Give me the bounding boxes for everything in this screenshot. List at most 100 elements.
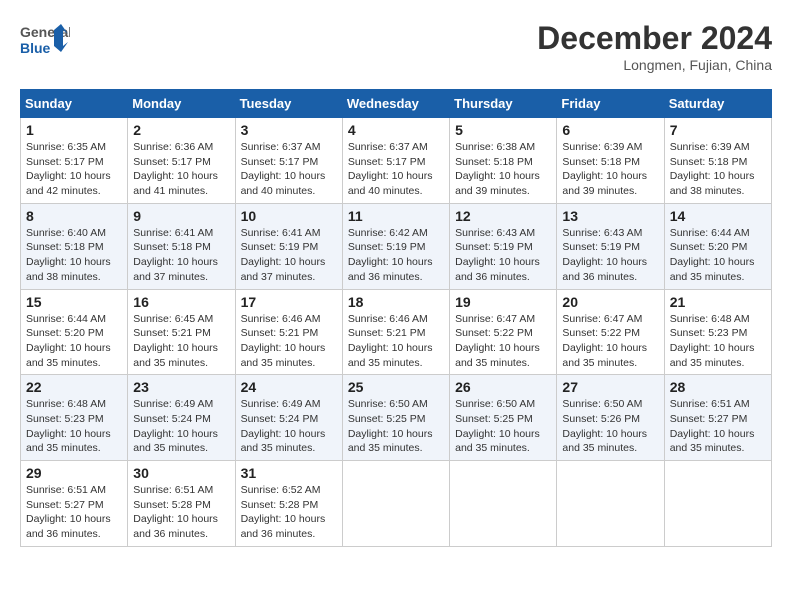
calendar-cell: 25 Sunrise: 6:50 AM Sunset: 5:25 PM Dayl… [342, 375, 449, 461]
logo-icon: General Blue [20, 20, 70, 64]
day-info: Sunrise: 6:41 AM Sunset: 5:19 PM Dayligh… [241, 226, 337, 285]
day-number: 7 [670, 122, 766, 138]
day-info: Sunrise: 6:40 AM Sunset: 5:18 PM Dayligh… [26, 226, 122, 285]
calendar-day-header: Thursday [450, 90, 557, 118]
day-number: 1 [26, 122, 122, 138]
day-info: Sunrise: 6:47 AM Sunset: 5:22 PM Dayligh… [562, 312, 658, 371]
day-number: 8 [26, 208, 122, 224]
calendar-cell: 3 Sunrise: 6:37 AM Sunset: 5:17 PM Dayli… [235, 118, 342, 204]
day-number: 3 [241, 122, 337, 138]
day-number: 31 [241, 465, 337, 481]
day-number: 18 [348, 294, 444, 310]
calendar-cell: 13 Sunrise: 6:43 AM Sunset: 5:19 PM Dayl… [557, 203, 664, 289]
day-info: Sunrise: 6:44 AM Sunset: 5:20 PM Dayligh… [670, 226, 766, 285]
day-number: 26 [455, 379, 551, 395]
day-number: 5 [455, 122, 551, 138]
calendar-cell: 23 Sunrise: 6:49 AM Sunset: 5:24 PM Dayl… [128, 375, 235, 461]
calendar-cell: 9 Sunrise: 6:41 AM Sunset: 5:18 PM Dayli… [128, 203, 235, 289]
day-number: 12 [455, 208, 551, 224]
day-number: 19 [455, 294, 551, 310]
day-info: Sunrise: 6:38 AM Sunset: 5:18 PM Dayligh… [455, 140, 551, 199]
day-number: 28 [670, 379, 766, 395]
day-info: Sunrise: 6:51 AM Sunset: 5:28 PM Dayligh… [133, 483, 229, 542]
day-info: Sunrise: 6:45 AM Sunset: 5:21 PM Dayligh… [133, 312, 229, 371]
calendar-cell: 27 Sunrise: 6:50 AM Sunset: 5:26 PM Dayl… [557, 375, 664, 461]
calendar-cell: 24 Sunrise: 6:49 AM Sunset: 5:24 PM Dayl… [235, 375, 342, 461]
day-info: Sunrise: 6:37 AM Sunset: 5:17 PM Dayligh… [241, 140, 337, 199]
day-number: 25 [348, 379, 444, 395]
calendar-cell: 16 Sunrise: 6:45 AM Sunset: 5:21 PM Dayl… [128, 289, 235, 375]
day-number: 17 [241, 294, 337, 310]
day-info: Sunrise: 6:39 AM Sunset: 5:18 PM Dayligh… [670, 140, 766, 199]
title-block: December 2024 Longmen, Fujian, China [537, 20, 772, 73]
day-info: Sunrise: 6:42 AM Sunset: 5:19 PM Dayligh… [348, 226, 444, 285]
calendar-week-row: 8 Sunrise: 6:40 AM Sunset: 5:18 PM Dayli… [21, 203, 772, 289]
calendar-cell: 4 Sunrise: 6:37 AM Sunset: 5:17 PM Dayli… [342, 118, 449, 204]
calendar-cell: 19 Sunrise: 6:47 AM Sunset: 5:22 PM Dayl… [450, 289, 557, 375]
day-number: 21 [670, 294, 766, 310]
calendar-cell: 1 Sunrise: 6:35 AM Sunset: 5:17 PM Dayli… [21, 118, 128, 204]
calendar-cell: 10 Sunrise: 6:41 AM Sunset: 5:19 PM Dayl… [235, 203, 342, 289]
day-info: Sunrise: 6:43 AM Sunset: 5:19 PM Dayligh… [562, 226, 658, 285]
day-info: Sunrise: 6:35 AM Sunset: 5:17 PM Dayligh… [26, 140, 122, 199]
calendar-day-header: Wednesday [342, 90, 449, 118]
day-info: Sunrise: 6:50 AM Sunset: 5:26 PM Dayligh… [562, 397, 658, 456]
day-info: Sunrise: 6:37 AM Sunset: 5:17 PM Dayligh… [348, 140, 444, 199]
day-number: 27 [562, 379, 658, 395]
calendar-day-header: Tuesday [235, 90, 342, 118]
day-info: Sunrise: 6:36 AM Sunset: 5:17 PM Dayligh… [133, 140, 229, 199]
calendar-cell: 12 Sunrise: 6:43 AM Sunset: 5:19 PM Dayl… [450, 203, 557, 289]
calendar-cell [450, 461, 557, 547]
day-number: 4 [348, 122, 444, 138]
day-number: 14 [670, 208, 766, 224]
day-number: 20 [562, 294, 658, 310]
day-number: 2 [133, 122, 229, 138]
day-info: Sunrise: 6:50 AM Sunset: 5:25 PM Dayligh… [348, 397, 444, 456]
day-number: 29 [26, 465, 122, 481]
calendar-table: SundayMondayTuesdayWednesdayThursdayFrid… [20, 89, 772, 547]
day-info: Sunrise: 6:46 AM Sunset: 5:21 PM Dayligh… [241, 312, 337, 371]
day-info: Sunrise: 6:44 AM Sunset: 5:20 PM Dayligh… [26, 312, 122, 371]
day-number: 13 [562, 208, 658, 224]
day-info: Sunrise: 6:43 AM Sunset: 5:19 PM Dayligh… [455, 226, 551, 285]
calendar-day-header: Saturday [664, 90, 771, 118]
day-info: Sunrise: 6:49 AM Sunset: 5:24 PM Dayligh… [241, 397, 337, 456]
calendar-cell: 11 Sunrise: 6:42 AM Sunset: 5:19 PM Dayl… [342, 203, 449, 289]
day-info: Sunrise: 6:51 AM Sunset: 5:27 PM Dayligh… [670, 397, 766, 456]
location: Longmen, Fujian, China [537, 57, 772, 73]
calendar-cell: 7 Sunrise: 6:39 AM Sunset: 5:18 PM Dayli… [664, 118, 771, 204]
month-title: December 2024 [537, 20, 772, 57]
day-info: Sunrise: 6:49 AM Sunset: 5:24 PM Dayligh… [133, 397, 229, 456]
calendar-cell: 5 Sunrise: 6:38 AM Sunset: 5:18 PM Dayli… [450, 118, 557, 204]
day-number: 6 [562, 122, 658, 138]
day-number: 9 [133, 208, 229, 224]
calendar-cell: 30 Sunrise: 6:51 AM Sunset: 5:28 PM Dayl… [128, 461, 235, 547]
calendar-week-row: 22 Sunrise: 6:48 AM Sunset: 5:23 PM Dayl… [21, 375, 772, 461]
calendar-body: 1 Sunrise: 6:35 AM Sunset: 5:17 PM Dayli… [21, 118, 772, 547]
calendar-week-row: 15 Sunrise: 6:44 AM Sunset: 5:20 PM Dayl… [21, 289, 772, 375]
calendar-cell: 18 Sunrise: 6:46 AM Sunset: 5:21 PM Dayl… [342, 289, 449, 375]
calendar-header: SundayMondayTuesdayWednesdayThursdayFrid… [21, 90, 772, 118]
calendar-cell: 21 Sunrise: 6:48 AM Sunset: 5:23 PM Dayl… [664, 289, 771, 375]
day-info: Sunrise: 6:39 AM Sunset: 5:18 PM Dayligh… [562, 140, 658, 199]
calendar-day-header: Friday [557, 90, 664, 118]
calendar-week-row: 1 Sunrise: 6:35 AM Sunset: 5:17 PM Dayli… [21, 118, 772, 204]
calendar-cell: 20 Sunrise: 6:47 AM Sunset: 5:22 PM Dayl… [557, 289, 664, 375]
calendar-cell: 29 Sunrise: 6:51 AM Sunset: 5:27 PM Dayl… [21, 461, 128, 547]
page-header: General Blue December 2024 Longmen, Fuji… [20, 20, 772, 73]
day-number: 22 [26, 379, 122, 395]
day-info: Sunrise: 6:47 AM Sunset: 5:22 PM Dayligh… [455, 312, 551, 371]
calendar-cell: 22 Sunrise: 6:48 AM Sunset: 5:23 PM Dayl… [21, 375, 128, 461]
day-number: 11 [348, 208, 444, 224]
calendar-day-header: Monday [128, 90, 235, 118]
calendar-cell: 17 Sunrise: 6:46 AM Sunset: 5:21 PM Dayl… [235, 289, 342, 375]
day-info: Sunrise: 6:46 AM Sunset: 5:21 PM Dayligh… [348, 312, 444, 371]
calendar-cell: 31 Sunrise: 6:52 AM Sunset: 5:28 PM Dayl… [235, 461, 342, 547]
day-info: Sunrise: 6:51 AM Sunset: 5:27 PM Dayligh… [26, 483, 122, 542]
calendar-cell [342, 461, 449, 547]
calendar-cell: 8 Sunrise: 6:40 AM Sunset: 5:18 PM Dayli… [21, 203, 128, 289]
calendar-cell [664, 461, 771, 547]
calendar-cell: 2 Sunrise: 6:36 AM Sunset: 5:17 PM Dayli… [128, 118, 235, 204]
day-info: Sunrise: 6:50 AM Sunset: 5:25 PM Dayligh… [455, 397, 551, 456]
logo: General Blue [20, 20, 70, 64]
